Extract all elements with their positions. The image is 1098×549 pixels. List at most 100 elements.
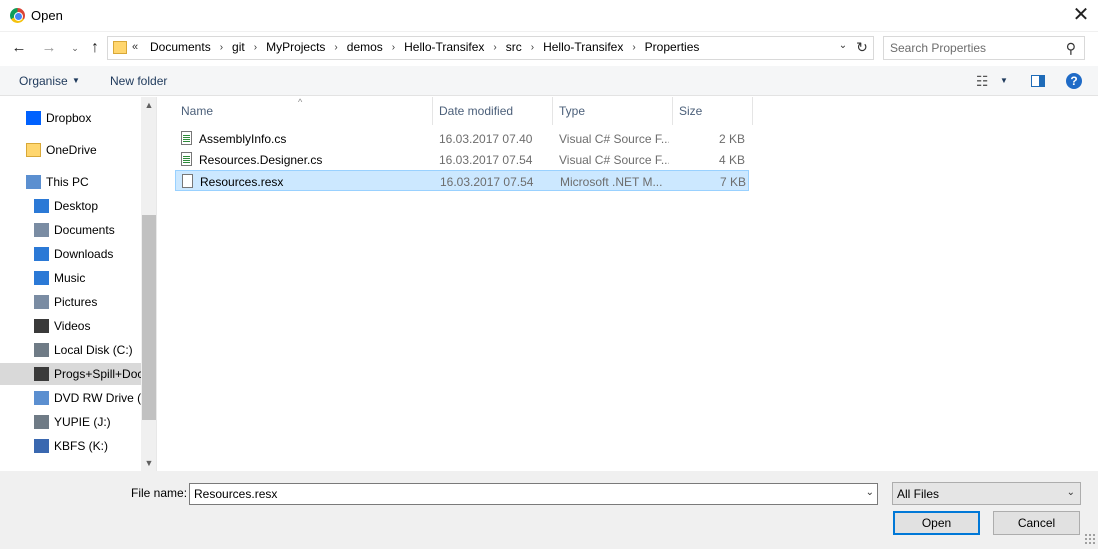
file-type-select[interactable]: All Files ⌄ — [892, 482, 1081, 505]
file-type-value: All Files — [897, 487, 940, 501]
sidebar-item[interactable]: OneDrive — [0, 139, 141, 161]
organise-button[interactable]: Organise — [19, 74, 68, 88]
sidebar-item-label: Videos — [54, 319, 91, 333]
csharp-file-icon — [181, 131, 192, 145]
usb-drive-icon — [34, 415, 49, 429]
scrollbar-thumb[interactable] — [142, 215, 156, 420]
file-name-dropdown-icon[interactable]: ⌄ — [866, 487, 874, 498]
sidebar-item[interactable]: DVD RW Drive (E:) — [0, 387, 141, 409]
sidebar-item[interactable]: Dropbox — [0, 107, 141, 129]
column-header-date-modified[interactable]: Date modified — [433, 97, 553, 125]
file-row[interactable]: Resources.Designer.cs 16.03.2017 07.54 Vis… — [175, 149, 749, 170]
file-list: Name ^ Date modified Type Size AssemblyI… — [158, 97, 1098, 471]
file-size: 2 KB — [718, 132, 745, 146]
breadcrumb-item[interactable]: Hello-Transifex — [541, 40, 625, 54]
sidebar-item-label: Downloads — [54, 247, 114, 261]
file-icon — [182, 174, 193, 188]
sidebar-item[interactable]: Downloads — [0, 243, 141, 265]
file-size: 4 KB — [718, 153, 745, 167]
address-dropdown-icon[interactable]: ⌄ — [836, 40, 850, 51]
sidebar-item[interactable]: KBFS (K:) — [0, 435, 141, 457]
view-options-icon[interactable]: ☷ — [976, 73, 989, 90]
sidebar-item-label: KBFS (K:) — [54, 439, 109, 453]
search-input[interactable] — [890, 41, 1060, 55]
file-type-dropdown-icon[interactable]: ⌄ — [1067, 487, 1075, 498]
resize-grip-icon[interactable] — [1084, 533, 1096, 545]
breadcrumb-separator-icon[interactable]: › — [213, 42, 230, 53]
new-folder-button[interactable]: New folder — [110, 74, 167, 88]
sidebar-item[interactable]: Documents — [0, 219, 141, 241]
file-name: Resources.Designer.cs — [199, 153, 323, 167]
pictures-icon — [34, 295, 49, 309]
breadcrumb-separator-icon[interactable]: › — [486, 42, 503, 53]
sidebar-item-label: Progs+Spill+Docs (D:) — [54, 367, 141, 381]
sidebar-item-label: Documents — [54, 223, 115, 237]
sidebar-item[interactable]: Music — [0, 267, 141, 289]
column-header-name[interactable]: Name — [175, 97, 433, 125]
sidebar-item[interactable]: Progs+Spill+Docs (D:) — [0, 363, 141, 385]
dropbox-icon — [26, 111, 41, 125]
cancel-button[interactable]: Cancel — [993, 511, 1080, 535]
downloads-icon — [34, 247, 49, 261]
breadcrumb-item[interactable]: Hello-Transifex — [402, 40, 486, 54]
organise-dropdown-icon[interactable]: ▼ — [72, 76, 80, 85]
breadcrumb-item[interactable]: src — [504, 40, 524, 54]
breadcrumb-separator-icon[interactable]: › — [625, 42, 642, 53]
breadcrumb-separator-icon[interactable]: › — [247, 42, 264, 53]
search-box[interactable]: ⚲ — [883, 36, 1085, 60]
sidebar-item[interactable]: YUPIE (J:) — [0, 411, 141, 433]
sidebar-item-label: DVD RW Drive (E:) — [54, 391, 141, 405]
breadcrumb-item[interactable]: Documents — [148, 40, 213, 54]
sidebar-item-label: YUPIE (J:) — [54, 415, 111, 429]
csharp-file-icon — [181, 152, 192, 166]
open-button[interactable]: Open — [893, 511, 980, 535]
column-header-size[interactable]: Size — [673, 97, 753, 125]
sidebar-item[interactable]: Local Disk (C:) — [0, 339, 141, 361]
breadcrumb-item[interactable]: git — [230, 40, 247, 54]
forward-button[interactable]: → — [40, 39, 58, 57]
sidebar-item-label: Desktop — [54, 199, 99, 213]
chrome-icon — [10, 8, 25, 23]
breadcrumb-item[interactable]: MyProjects — [264, 40, 327, 54]
back-button[interactable]: ← — [10, 39, 28, 57]
sidebar-item[interactable]: Videos — [0, 315, 141, 337]
file-row[interactable]: AssemblyInfo.cs 16.03.2017 07.40 Visual C#… — [175, 128, 749, 149]
drive-icon — [34, 367, 49, 381]
preview-pane-icon[interactable] — [1031, 75, 1045, 87]
close-button[interactable]: ✕ — [1066, 2, 1096, 28]
file-name-combobox[interactable]: ⌄ — [189, 483, 878, 505]
sidebar-item-label: Dropbox — [46, 111, 92, 125]
up-button[interactable]: ↑ — [86, 39, 104, 57]
view-dropdown-icon[interactable]: ▼ — [1000, 76, 1008, 85]
computer-icon — [26, 175, 41, 189]
breadcrumb-separator-icon[interactable]: › — [327, 42, 344, 53]
address-overflow-icon[interactable]: « — [132, 41, 138, 53]
refresh-button[interactable]: ↻ — [854, 39, 870, 56]
sidebar-item[interactable]: Desktop — [0, 195, 141, 217]
column-header-type[interactable]: Type — [553, 97, 673, 125]
breadcrumb-item[interactable]: Properties — [643, 40, 702, 54]
scroll-up-icon[interactable]: ▲ — [141, 97, 156, 113]
recent-locations-button[interactable]: ⌄ — [66, 39, 84, 57]
sidebar-item-label: Pictures — [54, 295, 98, 309]
sidebar-item[interactable]: Pictures — [0, 291, 141, 313]
file-name-input[interactable] — [194, 487, 854, 501]
address-bar[interactable]: « Documents › git › MyProjects › demos › Hello-T… — [107, 36, 874, 60]
search-icon[interactable]: ⚲ — [1066, 40, 1076, 57]
file-date: 16.03.2017 07.54 — [439, 153, 533, 167]
file-name: Resources.resx — [200, 175, 284, 189]
scroll-down-icon[interactable]: ▼ — [141, 455, 156, 471]
folder-icon — [26, 143, 41, 157]
breadcrumb-separator-icon[interactable]: › — [385, 42, 402, 53]
file-name-label: File name: — [131, 486, 188, 500]
file-type: Visual C# Source F... — [559, 153, 669, 167]
local-disk-icon — [34, 343, 49, 357]
help-button[interactable]: ? — [1066, 73, 1082, 89]
sidebar-item[interactable]: This PC — [0, 171, 141, 193]
breadcrumb-item[interactable]: demos — [345, 40, 385, 54]
dialog-footer: File name: ⌄ All Files ⌄ Open Cancel — [0, 471, 1098, 549]
breadcrumb-separator-icon[interactable]: › — [524, 42, 541, 53]
file-type: Visual C# Source F... — [559, 132, 669, 146]
file-row[interactable]: Resources.resx 16.03.2017 07.54 Microsoft … — [175, 170, 749, 191]
file-date: 16.03.2017 07.54 — [440, 175, 534, 189]
